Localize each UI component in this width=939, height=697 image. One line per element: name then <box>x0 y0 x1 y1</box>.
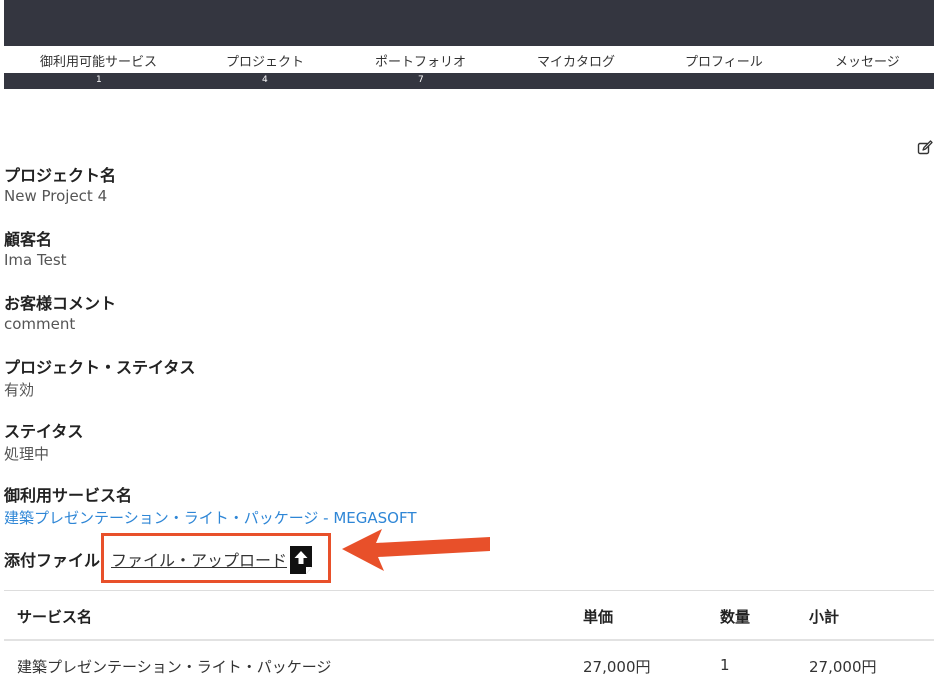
table-header-unit-price: 単価 <box>583 608 614 626</box>
portfolio-count: 7 <box>418 75 424 85</box>
page: 御利用可能サービス プロジェクト ポートフォリオ マイカタログ プロフィール メ… <box>0 0 939 697</box>
annotation-arrow-icon <box>342 529 490 571</box>
project-status-value: 有効 <box>4 381 35 399</box>
nav-count-bar: 1 4 7 <box>4 73 934 89</box>
status-value: 処理中 <box>4 445 50 463</box>
row-unit-price: 27,000円 <box>583 658 651 676</box>
project-status-label: プロジェクト・ステイタス <box>4 358 196 377</box>
row-subtotal: 27,000円 <box>809 658 877 676</box>
attachment-label: 添付ファイル <box>4 551 101 570</box>
nav-item-messages[interactable]: メッセージ <box>835 51 900 70</box>
nav-item-projects[interactable]: プロジェクト <box>226 51 304 70</box>
table-header-subtotal: 小計 <box>809 608 840 626</box>
customer-comment-label: お客様コメント <box>4 294 117 313</box>
project-name-value: New Project 4 <box>4 187 108 205</box>
customer-comment-value: comment <box>4 315 76 333</box>
projects-count: 4 <box>262 75 268 85</box>
status-label: ステイタス <box>4 422 84 441</box>
table-top-divider <box>4 590 934 591</box>
row-service-name: 建築プレゼンテーション・ライト・パッケージ <box>17 658 332 676</box>
table-header-quantity: 数量 <box>720 608 751 626</box>
main-nav: 御利用可能サービス プロジェクト ポートフォリオ マイカタログ プロフィール メ… <box>4 46 934 73</box>
nav-item-portfolio[interactable]: ポートフォリオ <box>375 51 466 70</box>
top-header-bar <box>4 0 934 46</box>
row-quantity: 1 <box>720 656 730 674</box>
service-name-label: 御利用サービス名 <box>4 486 133 505</box>
table-header-service-name: サービス名 <box>17 608 93 626</box>
file-upload-link[interactable]: ファイル・アップロード <box>111 547 287 571</box>
upload-icon[interactable] <box>288 546 314 574</box>
edit-icon[interactable] <box>917 140 933 156</box>
nav-item-my-catalog[interactable]: マイカタログ <box>537 51 615 70</box>
nav-item-profile[interactable]: プロフィール <box>685 51 763 70</box>
table-header-divider <box>4 639 934 641</box>
nav-item-available-services[interactable]: 御利用可能サービス <box>40 51 157 70</box>
customer-name-value: Ima Test <box>4 251 67 269</box>
available-services-count: 1 <box>96 75 102 85</box>
project-name-label: プロジェクト名 <box>4 166 117 185</box>
customer-name-label: 顧客名 <box>4 230 53 249</box>
